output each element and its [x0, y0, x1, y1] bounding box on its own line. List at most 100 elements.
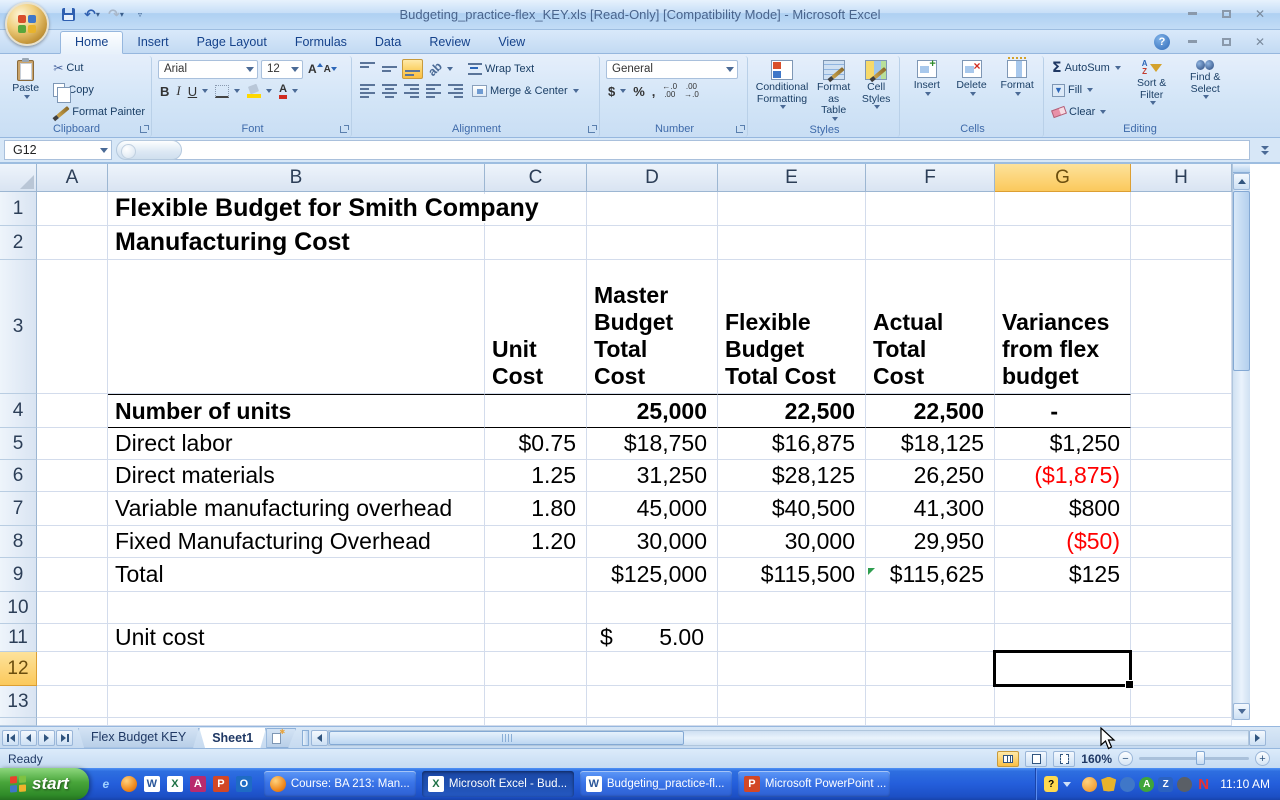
font-color-button[interactable]: A — [277, 81, 300, 101]
cell-F6[interactable]: 26,250 — [866, 460, 995, 492]
row-header-9[interactable]: 9 — [0, 558, 37, 592]
cell-F12[interactable] — [866, 652, 995, 686]
alignment-dialog-launcher[interactable] — [587, 125, 597, 135]
workbook-minimize-button[interactable] — [1180, 34, 1204, 49]
row-header-11[interactable]: 11 — [0, 624, 37, 652]
smart-tag-icon[interactable] — [868, 568, 875, 575]
cell-B11[interactable]: Unit cost — [108, 624, 485, 652]
cell-A6[interactable] — [37, 460, 108, 492]
zoom-level[interactable]: 160% — [1081, 752, 1112, 766]
column-header-A[interactable]: A — [37, 164, 108, 192]
zoom-out-button[interactable]: − — [1118, 751, 1133, 766]
cell-F7[interactable]: 41,300 — [866, 492, 995, 526]
cell-D10[interactable] — [587, 592, 718, 624]
cell-H2[interactable] — [1131, 226, 1232, 260]
cell-C2[interactable] — [485, 226, 587, 260]
tray-gray-icon[interactable] — [1177, 776, 1193, 792]
quick-launch-firefox-icon[interactable] — [120, 775, 138, 793]
top-align-button[interactable] — [358, 59, 377, 79]
selected-cell-G12[interactable] — [993, 650, 1134, 689]
cell-E8[interactable]: 30,000 — [718, 526, 866, 558]
delete-cells-button[interactable]: Delete — [951, 58, 993, 122]
underline-button[interactable]: U — [186, 81, 210, 101]
cell-F11[interactable] — [866, 624, 995, 652]
format-painter-button[interactable]: Format Painter — [51, 102, 147, 122]
cell-D12[interactable] — [587, 652, 718, 686]
cell-A9[interactable] — [37, 558, 108, 592]
cell-D7[interactable]: 45,000 — [587, 492, 718, 526]
vertical-split-handle[interactable] — [1233, 164, 1250, 173]
cell-B5[interactable]: Direct labor — [108, 428, 485, 460]
row-header-3[interactable]: 3 — [0, 260, 37, 394]
row-header-1[interactable]: 1 — [0, 192, 37, 226]
tab-data[interactable]: Data — [361, 32, 415, 53]
sort-filter-button[interactable]: AZ Sort & Filter — [1127, 58, 1177, 122]
cell-B13[interactable] — [108, 686, 485, 718]
conditional-formatting-button[interactable]: Conditional Formatting — [754, 58, 810, 123]
cell-H6[interactable] — [1131, 460, 1232, 492]
quick-launch-powerpoint-icon[interactable]: P — [212, 775, 230, 793]
cell-F8[interactable]: 29,950 — [866, 526, 995, 558]
cell-F13[interactable] — [866, 686, 995, 718]
scroll-up-button[interactable] — [1233, 173, 1250, 190]
fill-button[interactable]: ▼ Fill — [1050, 80, 1123, 100]
page-layout-view-button[interactable] — [1025, 750, 1048, 767]
cell-A12[interactable] — [37, 652, 108, 686]
find-select-button[interactable]: Find & Select — [1180, 58, 1230, 122]
cell-C10[interactable] — [485, 592, 587, 624]
cell-D4[interactable]: 25,000 — [587, 394, 718, 428]
increase-decimal-button[interactable]: ←.0.00 — [660, 81, 679, 101]
tray-smiley-icon[interactable] — [1082, 776, 1098, 792]
cell-E11[interactable] — [718, 624, 866, 652]
font-size-combo[interactable]: 12 — [261, 59, 303, 79]
cell-H1[interactable] — [1131, 192, 1232, 226]
cell-B6[interactable]: Direct materials — [108, 460, 485, 492]
expand-formula-bar-button[interactable] — [1254, 140, 1276, 160]
formula-input[interactable] — [147, 140, 1250, 160]
font-name-combo[interactable]: Arial — [158, 59, 258, 79]
cell-F5[interactable]: $18,125 — [866, 428, 995, 460]
previous-sheet-button[interactable] — [20, 729, 37, 746]
cell-D3[interactable]: Master Budget Total Cost — [587, 260, 718, 394]
workbook-close-button[interactable]: ✕ — [1248, 34, 1272, 49]
quick-launch-word-icon[interactable]: W — [143, 775, 161, 793]
cell-C7[interactable]: 1.80 — [485, 492, 587, 526]
cell-G9[interactable]: $125 — [995, 558, 1131, 592]
sheet-tab-flex-budget-key[interactable]: Flex Budget KEY — [78, 728, 199, 748]
cell-A5[interactable] — [37, 428, 108, 460]
cell-F2[interactable] — [866, 226, 995, 260]
start-button[interactable]: start — [0, 768, 89, 800]
cell-H8[interactable] — [1131, 526, 1232, 558]
cell-D8[interactable]: 30,000 — [587, 526, 718, 558]
number-format-combo[interactable]: General — [606, 59, 738, 79]
cell-E9[interactable]: $115,500 — [718, 558, 866, 592]
cell-A1[interactable] — [37, 192, 108, 226]
cell-B8[interactable]: Fixed Manufacturing Overhead — [108, 526, 485, 558]
shrink-font-button[interactable]: A — [322, 59, 338, 79]
tab-scroll-split-handle[interactable] — [302, 729, 310, 746]
cell-G10[interactable] — [995, 592, 1131, 624]
task-button-powerpoint[interactable]: P Microsoft PowerPoint ... — [737, 771, 890, 797]
cell-G2[interactable] — [995, 226, 1131, 260]
row-header-2[interactable]: 2 — [0, 226, 37, 260]
cell-C13[interactable] — [485, 686, 587, 718]
help-icon[interactable]: ? — [1154, 34, 1170, 50]
column-header-F[interactable]: F — [866, 164, 995, 192]
cell-F10[interactable] — [866, 592, 995, 624]
scroll-left-button[interactable] — [311, 729, 329, 746]
fill-color-button[interactable] — [245, 81, 274, 101]
percent-style-button[interactable]: % — [631, 81, 647, 101]
cell-C9[interactable] — [485, 558, 587, 592]
cell-A11[interactable] — [37, 624, 108, 652]
number-dialog-launcher[interactable] — [735, 125, 745, 135]
zoom-slider[interactable] — [1139, 751, 1249, 765]
cell-H10[interactable] — [1131, 592, 1232, 624]
cell-D2[interactable] — [587, 226, 718, 260]
cell-C6[interactable]: 1.25 — [485, 460, 587, 492]
row-header-4[interactable]: 4 — [0, 394, 37, 428]
sheet-tab-sheet1[interactable]: Sheet1 — [199, 728, 266, 749]
copy-button[interactable]: Copy — [51, 80, 147, 103]
cell-H11[interactable] — [1131, 624, 1232, 652]
format-cells-button[interactable]: Format — [995, 57, 1039, 122]
cell-A7[interactable] — [37, 492, 108, 526]
